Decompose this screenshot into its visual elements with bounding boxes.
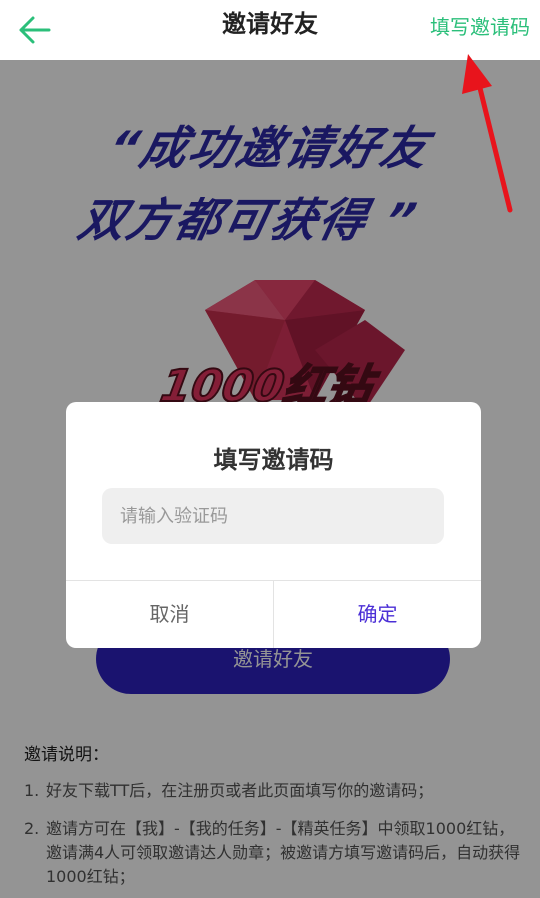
cancel-button[interactable]: 取消 [66,581,274,648]
invite-code-input[interactable] [102,488,444,544]
invite-code-dialog: 填写邀请码 取消 确定 [66,402,481,648]
arrow-left-icon [19,16,51,44]
dialog-actions: 取消 确定 [66,580,481,648]
top-bar: 邀请好友 填写邀请码 [0,0,540,60]
dialog-title: 填写邀请码 [213,446,334,474]
confirm-button[interactable]: 确定 [274,581,481,648]
back-button[interactable] [14,10,54,50]
fill-invite-code-link[interactable]: 填写邀请码 [430,11,530,40]
